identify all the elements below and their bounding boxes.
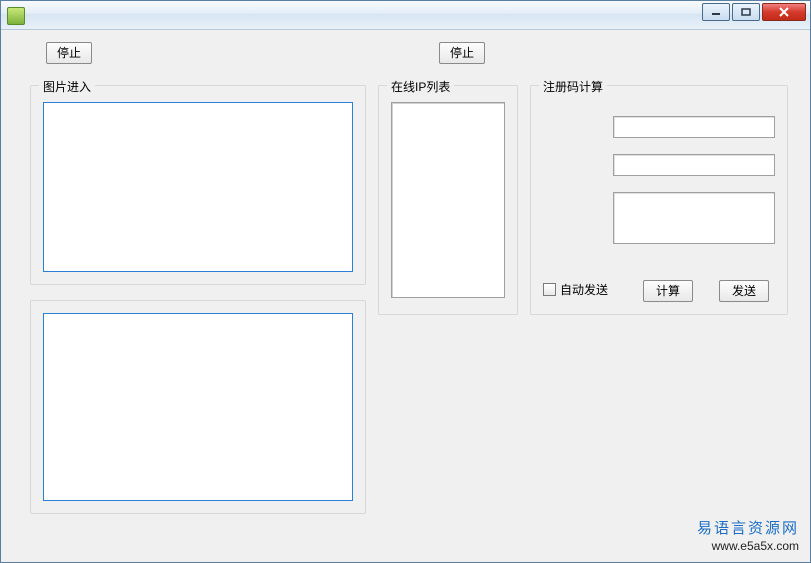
ip-list-legend: 在线IP列表 — [387, 78, 454, 95]
window-controls — [702, 3, 806, 21]
application-window: 停止 停止 图片进入 在线IP列表 注册码计算 自动发送 计算 — [0, 0, 811, 563]
stop-button-left[interactable]: 停止 — [46, 42, 92, 64]
auto-send-label: 自动发送 — [560, 281, 608, 298]
image-input-legend: 图片进入 — [39, 78, 95, 95]
client-area: 停止 停止 图片进入 在线IP列表 注册码计算 自动发送 计算 — [2, 30, 809, 561]
image-output-canvas[interactable] — [43, 313, 353, 501]
reg-calc-group: 注册码计算 自动发送 计算 发送 — [530, 85, 788, 315]
stop-button-right[interactable]: 停止 — [439, 42, 485, 64]
minimize-button[interactable] — [702, 3, 730, 21]
watermark-line2: www.e5a5x.com — [697, 539, 799, 555]
calculate-button[interactable]: 计算 — [643, 280, 693, 302]
image-input-group: 图片进入 — [30, 85, 366, 285]
title-bar[interactable] — [1, 1, 810, 30]
ip-listbox[interactable] — [391, 102, 505, 298]
image-input-canvas[interactable] — [43, 102, 353, 272]
maximize-button[interactable] — [732, 3, 760, 21]
close-button[interactable] — [762, 3, 806, 21]
send-button[interactable]: 发送 — [719, 280, 769, 302]
auto-send-checkbox[interactable]: 自动发送 — [543, 281, 608, 298]
app-icon — [7, 7, 25, 25]
ip-list-group: 在线IP列表 — [378, 85, 518, 315]
checkbox-icon — [543, 283, 556, 296]
reg-input-1[interactable] — [613, 116, 775, 138]
reg-output[interactable] — [613, 192, 775, 244]
reg-calc-legend: 注册码计算 — [539, 78, 607, 95]
image-output-group — [30, 300, 366, 514]
watermark-line1: 易语言资源网 — [697, 520, 799, 540]
watermark: 易语言资源网 www.e5a5x.com — [697, 520, 799, 555]
reg-input-2[interactable] — [613, 154, 775, 176]
